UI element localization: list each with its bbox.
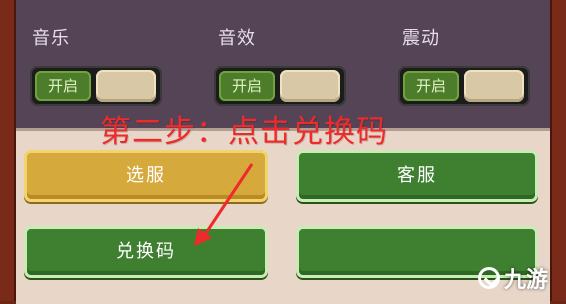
tutorial-annotation: 第二步：点击兑换码 [100,114,388,150]
redeem-code-button[interactable]: 兑换码 [24,226,268,278]
sfx-toggle[interactable]: 开启 [214,66,346,106]
music-label: 音乐 [32,28,70,49]
music-toggle[interactable]: 开启 [30,66,162,106]
window-frame-left [0,0,16,301]
customer-service-button[interactable]: 客服 [296,150,538,202]
jiuyou-logo-icon [477,267,500,289]
vibration-toggle-on-label: 开启 [403,71,459,101]
music-toggle-knob[interactable] [96,70,156,102]
vibration-toggle-knob[interactable] [464,70,524,102]
watermark-text: 九游 [503,268,548,293]
music-toggle-on-label: 开启 [35,71,91,101]
sfx-label: 音效 [218,28,256,49]
vibration-toggle[interactable]: 开启 [398,66,530,106]
sfx-toggle-knob[interactable] [280,70,340,102]
sfx-toggle-on-label: 开启 [219,71,275,101]
vibration-label: 震动 [402,28,440,49]
watermark: 九游 [477,263,548,293]
select-server-button[interactable]: 选服 [24,150,268,202]
window-frame-right [550,0,566,301]
